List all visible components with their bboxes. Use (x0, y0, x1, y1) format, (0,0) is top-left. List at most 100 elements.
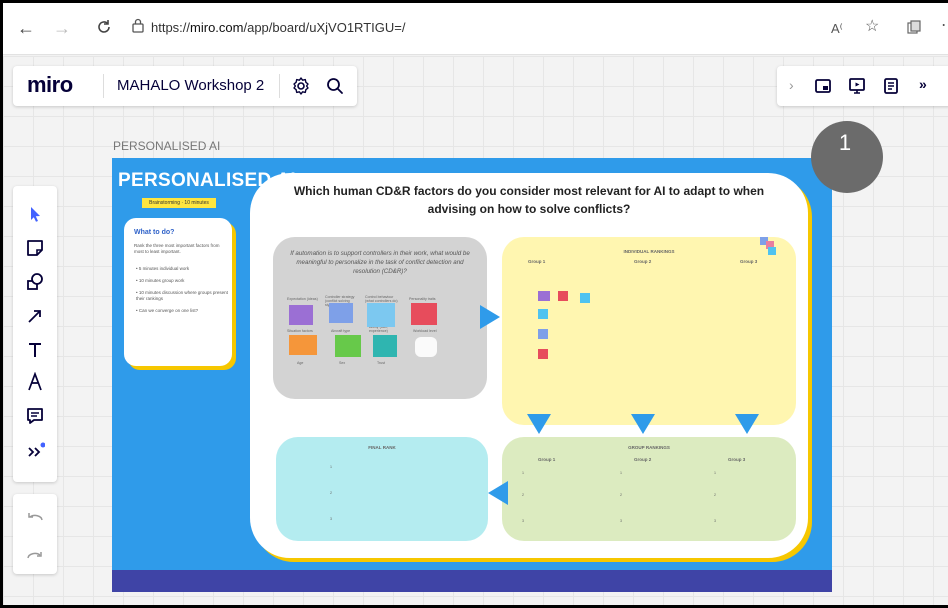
final-rank-card[interactable]: FINAL RANK 1 2 3 (276, 437, 488, 541)
instructions-heading: What to do? (134, 229, 175, 236)
group-rankings-title: GROUP RANKINGS (628, 445, 670, 450)
refresh-icon[interactable] (95, 18, 113, 36)
read-aloud-icon[interactable]: A⁽ (831, 20, 843, 38)
sticky-note[interactable] (415, 337, 437, 357)
sticky-note[interactable] (373, 335, 397, 357)
rank-number: 2 (522, 493, 524, 497)
instructions-list: • 5 minutes individual work • 10 minutes… (136, 266, 228, 320)
factor-label: Situation factors (287, 329, 313, 333)
sticky-note[interactable] (329, 303, 353, 323)
board-footer-band (112, 570, 832, 592)
factors-prompt: If automation is to support controllers … (290, 250, 470, 275)
back-icon[interactable]: ← (17, 19, 35, 37)
factor-label: Expectation (ideas) (287, 297, 318, 301)
final-rank-title: FINAL RANK (368, 445, 396, 450)
question-title[interactable]: Which human CD&R factors do you consider… (290, 182, 768, 218)
sticky-note[interactable] (538, 349, 548, 359)
instructions-card[interactable]: What to do? Rank the three most importan… (124, 218, 232, 366)
individual-rankings-title: INDIVIDUAL RANKINGS (623, 249, 675, 254)
sticky-note[interactable] (367, 303, 395, 327)
factor-label: Aircraft type (331, 329, 351, 333)
miro-logo[interactable]: miro (27, 72, 73, 98)
main-card[interactable]: Which human CD&R factors do you consider… (250, 173, 808, 558)
url-host: miro.com (190, 20, 244, 35)
sticky-note[interactable] (289, 305, 313, 325)
arrow-left-icon (488, 481, 508, 505)
arrow-down-icon (631, 414, 655, 434)
rank-number: 1 (330, 465, 332, 469)
chevron-double-down-icon[interactable]: » (919, 76, 927, 92)
group-header: Group 1 (528, 259, 546, 264)
sticky-note[interactable] (289, 335, 317, 355)
factor-label: Trust (377, 361, 386, 365)
presentation-icon[interactable] (847, 76, 867, 96)
collections-icon[interactable] (907, 20, 921, 34)
shapes-icon[interactable] (25, 272, 45, 292)
rank-number: 2 (714, 493, 716, 497)
rank-number: 1 (620, 471, 622, 475)
address-bar[interactable]: https://miro.com/app/board/uXjVO1RTIGU=/ (151, 20, 405, 35)
arrow-down-icon (527, 414, 551, 434)
text-icon[interactable] (25, 340, 45, 360)
more-tools-icon[interactable] (25, 442, 45, 462)
select-cursor-icon[interactable] (25, 204, 45, 224)
step-number-badge: 1 (811, 121, 883, 193)
sticky-note[interactable] (411, 303, 437, 325)
rank-number: 3 (522, 519, 524, 523)
divider (103, 74, 104, 98)
arrow-right-icon (480, 305, 500, 329)
factor-label: Workload level (413, 329, 437, 333)
board-tools-panel: › » (777, 66, 948, 106)
url-path: /app/board/uXjVO1RTIGU=/ (243, 20, 406, 35)
rank-number: 3 (330, 517, 332, 521)
group-header: Group 3 (728, 457, 746, 462)
creation-toolbar (13, 186, 57, 482)
factors-card[interactable]: If automation is to support controllers … (273, 237, 487, 399)
rank-number: 2 (620, 493, 622, 497)
board-canvas[interactable]: miro MAHALO Workshop 2 › » PERSONALISED … (3, 56, 948, 605)
history-toolbar (13, 494, 57, 574)
search-icon[interactable] (325, 76, 345, 96)
group-header: Group 3 (740, 259, 758, 264)
pen-icon[interactable] (25, 372, 45, 392)
sticky-note[interactable] (558, 291, 568, 301)
arrow-down-icon (735, 414, 759, 434)
board-frame[interactable]: PERSONALISED AI Brainstorming · 10 minut… (112, 158, 832, 592)
list-item: • 10 minutes group work (136, 278, 185, 283)
sticky-note[interactable] (538, 291, 550, 301)
instructions-description: Rank the three most important factors fr… (134, 243, 220, 254)
timer-tag[interactable]: Brainstorming · 10 minutes (142, 198, 216, 208)
favorite-star-icon[interactable]: ☆ (865, 18, 879, 36)
frame-label[interactable]: PERSONALISED AI (113, 139, 220, 153)
notes-icon[interactable] (881, 76, 901, 96)
gear-icon[interactable] (291, 76, 311, 96)
more-icon[interactable]: ⋯ (941, 17, 948, 35)
individual-rankings-card[interactable]: INDIVIDUAL RANKINGS Group 1 Group 2 Grou… (502, 237, 796, 425)
sticky-note[interactable] (538, 329, 548, 339)
redo-icon[interactable] (25, 544, 45, 564)
list-item: • 5 minutes individual work (136, 266, 190, 271)
forward-icon[interactable]: → (53, 19, 71, 37)
undo-icon[interactable] (25, 508, 45, 528)
rank-number: 2 (330, 491, 332, 495)
rank-number: 1 (522, 471, 524, 475)
board-name[interactable]: MAHALO Workshop 2 (117, 77, 264, 94)
sticky-note-icon[interactable] (25, 238, 45, 258)
connector-arrow-icon[interactable] (25, 306, 45, 326)
share-screen-icon[interactable] (813, 76, 833, 96)
list-item: • Can we converge on one list? (136, 308, 199, 313)
sticky-note[interactable] (580, 293, 590, 303)
factor-label: Age (297, 361, 304, 365)
sticky-note[interactable] (538, 309, 548, 319)
group-header: Group 1 (538, 457, 556, 462)
group-header: Group 2 (634, 259, 652, 264)
factor-label: Control behaviour (what controllers do) (365, 295, 398, 303)
sticky-note[interactable] (768, 247, 776, 255)
url-prefix: https:// (151, 20, 191, 35)
comment-icon[interactable] (25, 406, 45, 426)
group-header: Group 2 (634, 457, 652, 462)
chevron-right-icon[interactable]: › (789, 77, 794, 93)
list-item: • 10 minutes discussion where groups pre… (136, 290, 228, 301)
sticky-note[interactable] (335, 335, 361, 357)
group-rankings-card[interactable]: GROUP RANKINGS Group 1 Group 2 Group 3 1… (502, 437, 796, 541)
